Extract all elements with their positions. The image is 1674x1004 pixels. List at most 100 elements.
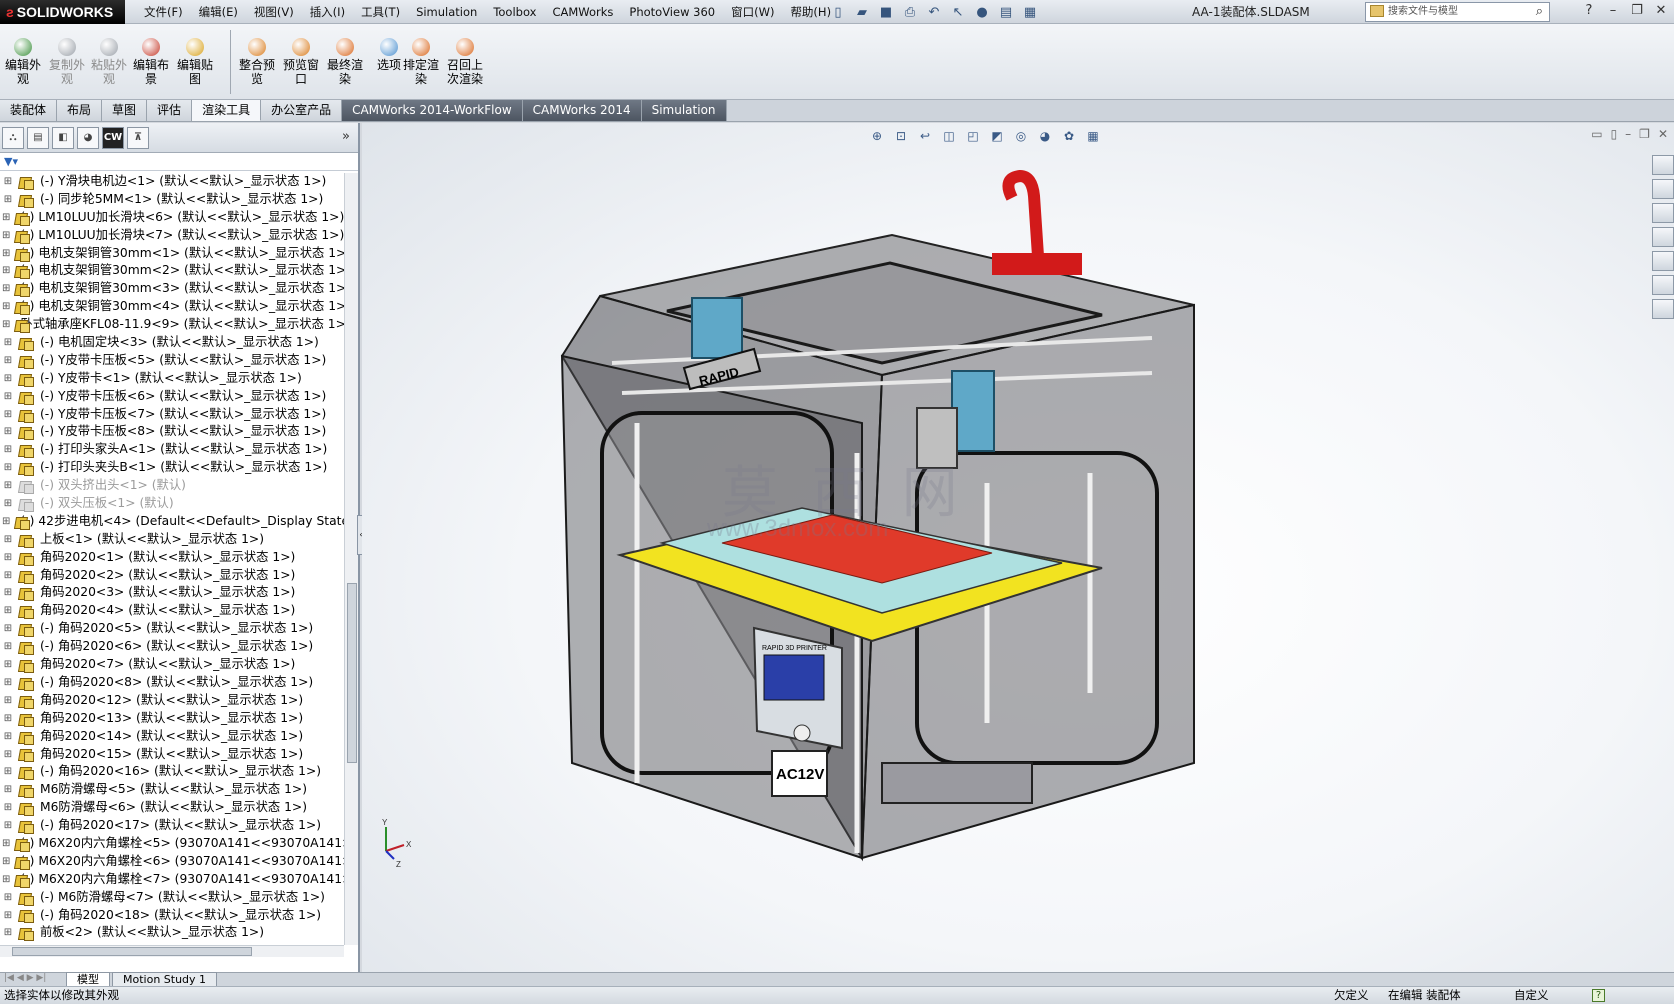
bottom-tab[interactable]: 模型 bbox=[66, 972, 110, 986]
expand-icon[interactable]: ⊞ bbox=[2, 388, 14, 406]
quick-tips-help-icon[interactable]: ? bbox=[1592, 989, 1605, 1002]
expand-icon[interactable]: ⊞ bbox=[2, 907, 14, 925]
expand-icon[interactable]: ⊞ bbox=[2, 620, 14, 638]
expand-icon[interactable]: ⊞ bbox=[2, 245, 10, 263]
expand-icon[interactable]: ⊞ bbox=[2, 889, 14, 907]
tree-item[interactable]: ⊞ (-) 电机支架铜管30mm<3> (默认<<默认>_显示状态 1> bbox=[0, 280, 344, 298]
expand-icon[interactable]: ⊞ bbox=[2, 352, 14, 370]
command-tab[interactable]: 草图 bbox=[102, 100, 148, 121]
tree-item[interactable]: ⊞ (-) 角码2020<8> (默认<<默认>_显示状态 1>) bbox=[0, 674, 344, 692]
expand-icon[interactable]: ⊞ bbox=[2, 602, 14, 620]
expand-icon[interactable]: ⊞ bbox=[2, 459, 14, 477]
ribbon-button[interactable]: 编辑布景 bbox=[128, 38, 174, 86]
help-icon[interactable]: ? bbox=[1580, 0, 1598, 22]
bottom-tab[interactable]: Motion Study 1 bbox=[112, 972, 218, 986]
expand-icon[interactable]: ⊞ bbox=[2, 423, 14, 441]
command-tab[interactable]: CAMWorks 2014 bbox=[522, 100, 642, 121]
unit-system[interactable]: 自定义 bbox=[1514, 987, 1549, 1004]
expand-icon[interactable]: ⊞ bbox=[2, 227, 10, 245]
tree-item[interactable]: ⊞ (-) M6X20内六角螺栓<5> (93070A141<<93070A141… bbox=[0, 835, 344, 853]
expand-icon[interactable]: ⊞ bbox=[2, 495, 14, 513]
tree-item[interactable]: ⊞ (-) Y皮带卡压板<5> (默认<<默认>_显示状态 1>) bbox=[0, 352, 344, 370]
display-manager-tab-icon[interactable]: ◕ bbox=[77, 126, 99, 149]
file-properties-icon[interactable]: ▤ bbox=[996, 2, 1016, 22]
tree-item[interactable]: ⊞ 角码2020<7> (默认<<默认>_显示状态 1>) bbox=[0, 656, 344, 674]
tree-item[interactable]: ⊞ (-) 双头挤出头<1> (默认) bbox=[0, 477, 344, 495]
ribbon-button[interactable]: 最终渲染 bbox=[322, 38, 368, 86]
expand-icon[interactable]: ⊞ bbox=[2, 477, 14, 495]
command-tab[interactable]: 装配体 bbox=[0, 100, 58, 121]
menu-item[interactable]: 文件(F) bbox=[136, 0, 191, 24]
search-input[interactable]: 搜索文件与模型 ⌕ bbox=[1365, 2, 1550, 22]
expand-icon[interactable]: ⊞ bbox=[2, 781, 14, 799]
menu-item[interactable]: 编辑(E) bbox=[191, 0, 246, 24]
tree-item[interactable]: ⊞ 上板<1> (默认<<默认>_显示状态 1>) bbox=[0, 531, 344, 549]
tree-item[interactable]: ⊞ (-) 电机支架铜管30mm<4> (默认<<默认>_显示状态 1> bbox=[0, 298, 344, 316]
expand-icon[interactable]: ⊞ bbox=[2, 441, 14, 459]
scroll-thumb[interactable] bbox=[12, 947, 252, 956]
command-tab[interactable]: 渲染工具 bbox=[192, 100, 262, 121]
configuration-manager-tab-icon[interactable]: ◧ bbox=[52, 126, 74, 149]
tree-item[interactable]: ⊞ 角码2020<1> (默认<<默认>_显示状态 1>) bbox=[0, 549, 344, 567]
expand-icon[interactable]: ⊞ bbox=[2, 728, 14, 746]
expand-icon[interactable]: ⊞ bbox=[2, 871, 10, 889]
ribbon-button[interactable]: 排定渲染 bbox=[398, 38, 444, 86]
ribbon-button[interactable]: 复制外观 bbox=[44, 38, 90, 86]
tree-item[interactable]: ⊞ (-) 角码2020<6> (默认<<默认>_显示状态 1>) bbox=[0, 638, 344, 656]
rebuild-icon[interactable]: ● bbox=[972, 2, 992, 22]
menu-item[interactable]: Toolbox bbox=[485, 0, 544, 24]
more-tabs-icon[interactable]: » bbox=[342, 129, 350, 144]
tree-item[interactable]: ⊞ (-) 打印头家头A<1> (默认<<默认>_显示状态 1>) bbox=[0, 441, 344, 459]
expand-icon[interactable]: ⊞ bbox=[2, 710, 14, 728]
tree-item[interactable]: ⊞ (-) Y皮带卡压板<7> (默认<<默认>_显示状态 1>) bbox=[0, 406, 344, 424]
new-document-icon[interactable]: ▯ bbox=[828, 2, 848, 22]
tree-item[interactable]: ⊞ (-) 42步进电机<4> (Default<<Default>_Displa… bbox=[0, 513, 344, 531]
tree-item[interactable]: ⊞ 前板<2> (默认<<默认>_显示状态 1>) bbox=[0, 924, 344, 942]
print-icon[interactable]: ⎙ bbox=[900, 2, 920, 22]
expand-icon[interactable]: ⊞ bbox=[2, 191, 14, 209]
expand-icon[interactable]: ⊞ bbox=[2, 531, 14, 549]
open-folder-icon[interactable]: ▰ bbox=[852, 2, 872, 22]
tree-item[interactable]: ⊞ (-) 角码2020<18> (默认<<默认>_显示状态 1>) bbox=[0, 907, 344, 925]
tree-item[interactable]: ⊞ 卧式轴承座KFL08-11.9<9> (默认<<默认>_显示状态 1>) bbox=[0, 316, 344, 334]
expand-icon[interactable]: ⊞ bbox=[2, 692, 14, 710]
tree-item[interactable]: ⊞ (-) LM10LUU加长滑块<6> (默认<<默认>_显示状态 1>) bbox=[0, 209, 344, 227]
undo-icon[interactable]: ↶ bbox=[924, 2, 944, 22]
tree-item[interactable]: ⊞ 角码2020<3> (默认<<默认>_显示状态 1>) bbox=[0, 584, 344, 602]
menu-item[interactable]: 视图(V) bbox=[246, 0, 302, 24]
property-manager-tab-icon[interactable]: ▤ bbox=[27, 126, 49, 149]
ribbon-button[interactable]: 编辑外观 bbox=[0, 38, 46, 86]
expand-icon[interactable]: ⊞ bbox=[2, 549, 14, 567]
menu-item[interactable]: Simulation bbox=[408, 0, 485, 24]
expand-icon[interactable]: ⊞ bbox=[2, 262, 10, 280]
ribbon-button[interactable]: 整合预览 bbox=[234, 38, 280, 86]
tree-item[interactable]: ⊞ (-) LM10LUU加长滑块<7> (默认<<默认>_显示状态 1>) bbox=[0, 227, 344, 245]
tree-item[interactable]: ⊞ (-) Y皮带卡压板<6> (默认<<默认>_显示状态 1>) bbox=[0, 388, 344, 406]
expand-icon[interactable]: ⊞ bbox=[2, 638, 14, 656]
tree-item[interactable]: ⊞ (-) 打印头夹头B<1> (默认<<默认>_显示状态 1>) bbox=[0, 459, 344, 477]
menu-item[interactable]: 窗口(W) bbox=[723, 0, 782, 24]
minimize-icon[interactable]: – bbox=[1604, 0, 1622, 22]
tree-item[interactable]: ⊞ 角码2020<12> (默认<<默认>_显示状态 1>) bbox=[0, 692, 344, 710]
tab-scroll-arrows[interactable]: |◀ ◀ ▶ ▶| bbox=[0, 973, 66, 986]
ribbon-button[interactable]: 预览窗口 bbox=[278, 38, 324, 86]
expand-icon[interactable]: ⊞ bbox=[2, 513, 10, 531]
tree-item[interactable]: ⊞ (-) 双头压板<1> (默认) bbox=[0, 495, 344, 513]
menu-item[interactable]: CAMWorks bbox=[544, 0, 621, 24]
tree-item[interactable]: ⊞ M6防滑螺母<5> (默认<<默认>_显示状态 1>) bbox=[0, 781, 344, 799]
model-render[interactable]: RAPID RAPID 3D PRINTER AC12V Y X Z bbox=[362, 123, 1674, 972]
expand-icon[interactable]: ⊞ bbox=[2, 674, 14, 692]
save-icon[interactable]: ■ bbox=[876, 2, 896, 22]
tree-item[interactable]: ⊞ 角码2020<2> (默认<<默认>_显示状态 1>) bbox=[0, 567, 344, 585]
restore-icon[interactable]: ❐ bbox=[1628, 0, 1646, 22]
tree-item[interactable]: ⊞ (-) 角码2020<17> (默认<<默认>_显示状态 1>) bbox=[0, 817, 344, 835]
tree-item[interactable]: ⊞ (-) 同步轮5MM<1> (默认<<默认>_显示状态 1>) bbox=[0, 191, 344, 209]
tree-item[interactable]: ⊞ (-) 角码2020<5> (默认<<默认>_显示状态 1>) bbox=[0, 620, 344, 638]
expand-icon[interactable]: ⊞ bbox=[2, 924, 14, 942]
ribbon-button[interactable]: 编辑贴图 bbox=[172, 38, 218, 86]
tree-filter[interactable]: ▼▾ bbox=[0, 153, 358, 171]
solidworks-logo[interactable]: ƨ SOLIDWORKS bbox=[0, 0, 125, 24]
expand-icon[interactable]: ⊞ bbox=[2, 763, 14, 781]
tree-item[interactable]: ⊞ (-) Y滑块电机边<1> (默认<<默认>_显示状态 1>) bbox=[0, 173, 344, 191]
command-tab[interactable]: 布局 bbox=[57, 100, 103, 121]
